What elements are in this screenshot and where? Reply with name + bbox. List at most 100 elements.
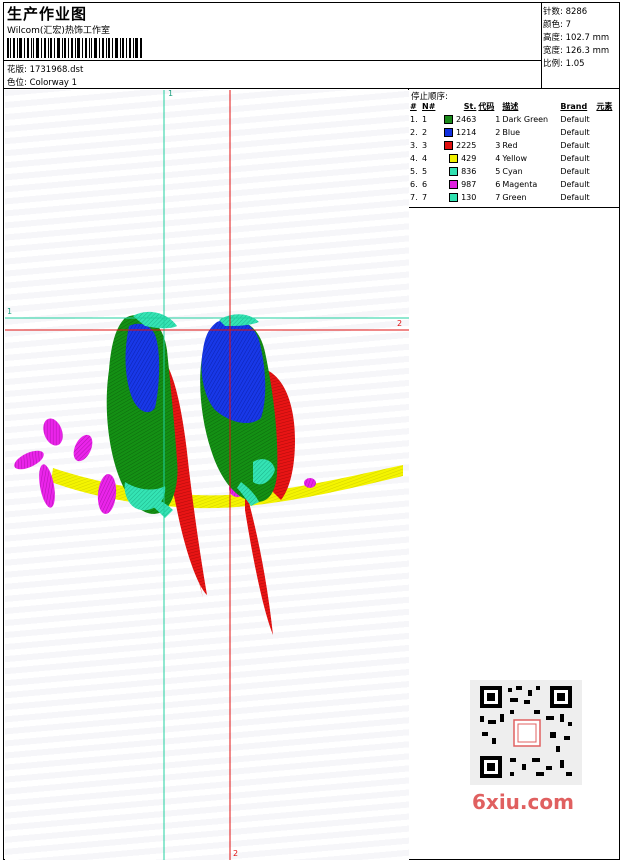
row-description: Red xyxy=(502,141,518,150)
left-bird xyxy=(106,311,207,598)
row-stitches: 987 xyxy=(443,178,477,191)
row-brand: Default xyxy=(560,193,590,202)
col-description: 描述 xyxy=(502,102,519,111)
col-brand: Brand xyxy=(560,102,588,111)
row-element xyxy=(595,126,618,139)
row-index: 1. xyxy=(410,115,418,124)
table-row: 5. 5 836 5 Cyan Default xyxy=(409,165,618,178)
row-stitches: 2463 xyxy=(443,113,477,126)
row-element xyxy=(595,139,618,152)
row-stitches: 836 xyxy=(443,165,477,178)
row-index: 4. xyxy=(410,154,418,163)
colorway-name: Colorway 1 xyxy=(29,78,78,88)
axis-label-top-1: 1 xyxy=(168,89,174,98)
row-brand: Default xyxy=(560,180,590,189)
colorway-label: 色位: xyxy=(7,78,27,88)
row-element xyxy=(595,178,618,191)
stitch-count: 987 xyxy=(461,180,477,189)
col-index: # xyxy=(410,102,417,111)
col-code: 代码 xyxy=(478,102,495,111)
color-swatch xyxy=(444,128,453,137)
stat-width: 宽度: 126.3 mm xyxy=(543,44,609,56)
watermark-logo: 6xiu.com xyxy=(472,790,574,814)
file-info: 花版: 1731968.dst xyxy=(7,63,83,75)
row-description: Cyan xyxy=(502,167,523,176)
stitch-count: 2463 xyxy=(456,115,477,124)
stat-value: 8286 xyxy=(565,7,588,17)
header-divider xyxy=(3,60,541,61)
design-canvas: 1 1 2 2 xyxy=(5,89,409,860)
row-stitches: 1214 xyxy=(443,126,477,139)
row-code: 6 xyxy=(495,180,501,189)
color-swatch xyxy=(444,141,453,150)
table-row: 2. 2 1214 2 Blue Default xyxy=(409,126,618,139)
row-needle: 6 xyxy=(422,180,428,189)
row-needle: 5 xyxy=(422,167,428,176)
row-needle: 1 xyxy=(422,115,428,124)
color-swatch xyxy=(449,180,459,189)
row-index: 7. xyxy=(410,193,418,202)
row-brand: Default xyxy=(560,128,590,137)
row-stitches: 2225 xyxy=(443,139,477,152)
stat-value: 126.3 mm xyxy=(565,46,610,56)
stat-stitches: 针数: 8286 xyxy=(543,5,587,17)
stat-value: 102.7 mm xyxy=(565,33,610,43)
row-code: 1 xyxy=(495,115,501,124)
embroidery-preview xyxy=(5,90,409,860)
col-needle: N# xyxy=(422,102,436,111)
table-row: 4. 4 429 4 Yellow Default xyxy=(409,152,618,165)
stat-colors: 颜色: 7 xyxy=(543,18,571,30)
file-label: 花版: xyxy=(7,65,27,75)
stat-value: 1.05 xyxy=(565,59,585,69)
row-needle: 4 xyxy=(422,154,428,163)
stitch-count: 429 xyxy=(461,154,477,163)
stat-value: 7 xyxy=(565,20,571,30)
row-brand: Default xyxy=(560,167,590,176)
col-element: 元素 xyxy=(596,102,613,111)
color-swatch xyxy=(449,193,459,202)
table-row: 3. 3 2225 3 Red Default xyxy=(409,139,618,152)
row-needle: 3 xyxy=(422,141,428,150)
stat-label: 高度: xyxy=(543,33,563,43)
stitch-count: 2225 xyxy=(456,141,477,150)
axis-label-right-2: 2 xyxy=(397,319,403,328)
color-swatch xyxy=(449,167,459,176)
stitch-count: 130 xyxy=(461,193,477,202)
stat-scale: 比例: 1.05 xyxy=(543,57,585,69)
table-row: 6. 6 987 6 Magenta Default xyxy=(409,178,618,191)
row-brand: Default xyxy=(560,141,590,150)
stat-label: 针数: xyxy=(543,7,563,17)
row-code: 7 xyxy=(495,193,501,202)
table-bottom-line xyxy=(408,207,620,208)
color-swatch xyxy=(444,115,453,124)
row-index: 5. xyxy=(410,167,418,176)
stat-height: 高度: 102.7 mm xyxy=(543,31,609,43)
stat-label: 比例: xyxy=(543,59,563,69)
axis-label-bottom-2: 2 xyxy=(233,849,239,858)
color-sequence-table: # N# St. 代码 描述 Brand 元素 1. 1 2463 1 Dark Gre… xyxy=(409,100,618,204)
row-index: 3. xyxy=(410,141,418,150)
right-bird xyxy=(200,314,295,635)
barcode xyxy=(7,38,142,58)
colorway-info: 色位: Colorway 1 xyxy=(7,76,77,88)
row-code: 3 xyxy=(495,141,501,150)
axis-label-left-1: 1 xyxy=(7,307,13,316)
row-code: 2 xyxy=(495,128,501,137)
row-description: Green xyxy=(502,193,527,202)
row-element xyxy=(595,113,618,126)
row-code: 4 xyxy=(495,154,501,163)
col-stitches: St. xyxy=(463,102,477,111)
stitch-count: 836 xyxy=(461,167,477,176)
company-name: Wilcom(汇宏)热饰工作室 xyxy=(7,26,110,36)
file-name: 1731968.dst xyxy=(29,65,84,75)
row-index: 2. xyxy=(410,128,418,137)
row-description: Magenta xyxy=(502,180,538,189)
table-row: 7. 7 130 7 Green Default xyxy=(409,191,618,204)
row-description: Yellow xyxy=(502,154,527,163)
table-header-row: # N# St. 代码 描述 Brand 元素 xyxy=(409,100,618,113)
color-swatch xyxy=(449,154,459,163)
row-needle: 2 xyxy=(422,128,428,137)
stitch-count: 1214 xyxy=(456,128,477,137)
table-row: 1. 1 2463 1 Dark Green Default xyxy=(409,113,618,126)
row-description: Blue xyxy=(502,128,521,137)
